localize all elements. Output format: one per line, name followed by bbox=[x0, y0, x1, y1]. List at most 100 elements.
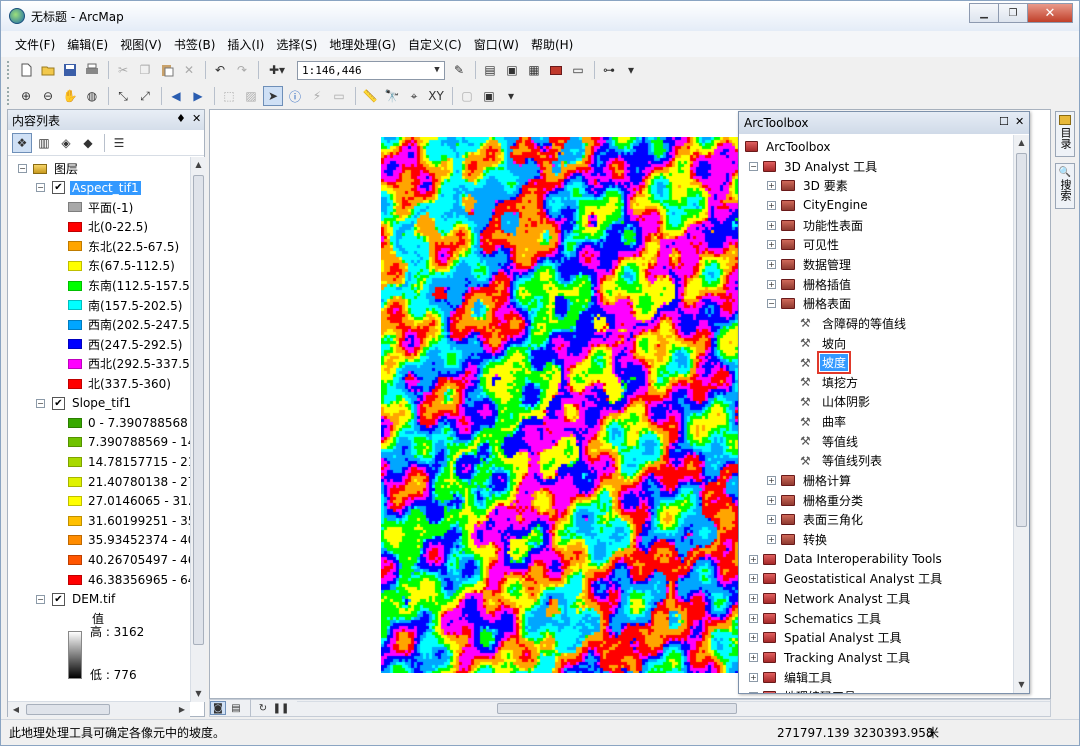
expand-icon[interactable]: + bbox=[749, 593, 758, 603]
pan-icon[interactable]: ✋ bbox=[60, 86, 80, 106]
legend-class-row[interactable]: 40.26705497 - 46. bbox=[68, 550, 192, 569]
html-popup-icon[interactable]: ▭ bbox=[329, 86, 349, 106]
zoom-in-icon[interactable]: ⊕ bbox=[16, 86, 36, 106]
full-extent-icon[interactable]: ◍ bbox=[82, 86, 102, 106]
toolbar-grip[interactable] bbox=[7, 87, 10, 105]
legend-swatch[interactable] bbox=[68, 437, 82, 448]
list-by-drawing-order-icon[interactable]: ❖ bbox=[12, 132, 32, 153]
identify-icon[interactable]: ⓘ bbox=[285, 86, 305, 106]
menu-file[interactable]: 文件(F) bbox=[15, 36, 55, 53]
legend-swatch[interactable] bbox=[68, 358, 82, 369]
find-route-icon[interactable]: ⌖ bbox=[404, 86, 424, 106]
expand-icon[interactable]: + bbox=[749, 574, 758, 584]
menu-selection[interactable]: 选择(S) bbox=[276, 36, 317, 53]
legend-swatch[interactable] bbox=[68, 202, 82, 213]
collapse-icon[interactable]: − bbox=[767, 299, 776, 309]
toolset-item[interactable]: + 栅格计算 bbox=[767, 471, 853, 490]
expand-icon[interactable]: + bbox=[749, 692, 758, 693]
editor-toolbar-icon[interactable]: ✎ bbox=[449, 60, 469, 80]
collapse-icon[interactable]: − bbox=[36, 594, 45, 604]
arctoolbox-root[interactable]: ArcToolbox bbox=[745, 137, 832, 156]
toolset-item[interactable]: − 栅格表面 bbox=[767, 294, 853, 313]
arctoolbox-vertical-scrollbar[interactable]: ▲ ▼ bbox=[1013, 135, 1029, 693]
legend-class-row[interactable]: 27.0146065 - 31.6 bbox=[68, 492, 192, 511]
legend-swatch[interactable] bbox=[68, 535, 82, 546]
legend-class-row[interactable]: 14.78157715 - 21. bbox=[68, 452, 192, 471]
legend-class-row[interactable]: 西北(292.5-337.5) bbox=[68, 354, 192, 373]
toc-vertical-scrollbar[interactable]: ▲ ▼ bbox=[190, 157, 206, 702]
legend-class-row[interactable]: 北(337.5-360) bbox=[68, 374, 171, 393]
toc-layer-row[interactable]: − ✔ Aspect_tif1 bbox=[36, 178, 141, 197]
legend-class-row[interactable]: 0 - 7.390788568 bbox=[68, 413, 188, 432]
scroll-down-icon[interactable]: ▼ bbox=[1014, 677, 1029, 693]
toolbox-tool-item[interactable]: ⚒ 山体阴影 bbox=[797, 392, 872, 411]
legend-class-row[interactable]: 35.93452374 - 40. bbox=[68, 531, 192, 550]
new-document-icon[interactable] bbox=[16, 60, 36, 80]
legend-swatch[interactable] bbox=[68, 260, 82, 271]
layout-view-icon[interactable]: ▤ bbox=[228, 701, 244, 715]
legend-swatch[interactable] bbox=[68, 456, 82, 467]
layer-name[interactable]: Slope_tif1 bbox=[70, 396, 133, 410]
go-to-xy-icon[interactable]: XY bbox=[426, 86, 446, 106]
expand-icon[interactable]: + bbox=[749, 652, 758, 662]
toolbox-tool-item[interactable]: ⚒ 等值线列表 bbox=[797, 451, 884, 470]
menu-bookmarks[interactable]: 书签(B) bbox=[174, 36, 216, 53]
scroll-up-icon[interactable]: ▲ bbox=[191, 157, 206, 173]
legend-swatch[interactable] bbox=[68, 515, 82, 526]
pin-icon[interactable]: ♦ bbox=[176, 112, 186, 125]
legend-class-row[interactable]: 46.38356965 - 64. bbox=[68, 570, 192, 589]
search-window-icon[interactable]: ▦ bbox=[524, 60, 544, 80]
toolbox-item[interactable]: + Geostatistical Analyst 工具 bbox=[749, 569, 944, 588]
delete-icon[interactable]: ✕ bbox=[179, 60, 199, 80]
toolbox-tool-item[interactable]: ⚒ 含障碍的等值线 bbox=[797, 314, 908, 333]
legend-swatch[interactable] bbox=[68, 300, 82, 311]
open-folder-icon[interactable] bbox=[38, 60, 58, 80]
expand-icon[interactable]: + bbox=[749, 672, 758, 682]
toolset-item[interactable]: + 栅格插值 bbox=[767, 275, 853, 294]
catalog-window-icon[interactable]: ▣ bbox=[502, 60, 522, 80]
collapse-icon[interactable]: − bbox=[749, 161, 758, 171]
menu-customize[interactable]: 自定义(C) bbox=[408, 36, 462, 53]
toolbox-tool-item[interactable]: ⚒ 坡度 bbox=[797, 351, 852, 375]
legend-class-row[interactable]: 西南(202.5-247.5) bbox=[68, 315, 192, 334]
list-by-selection-icon[interactable]: ◆ bbox=[78, 133, 98, 153]
legend-swatch[interactable] bbox=[68, 496, 82, 507]
time-slider-icon[interactable]: ▢ bbox=[457, 86, 477, 106]
zoom-out-icon[interactable]: ⊖ bbox=[38, 86, 58, 106]
layer-name[interactable]: DEM.tif bbox=[70, 592, 117, 606]
toolbox-item[interactable]: + Network Analyst 工具 bbox=[749, 589, 912, 608]
expand-icon[interactable]: + bbox=[767, 200, 776, 210]
undo-icon[interactable]: ↶ bbox=[210, 60, 230, 80]
legend-class-row[interactable]: 7.390788569 - 14. bbox=[68, 433, 192, 452]
maximize-icon[interactable]: ☐ bbox=[999, 115, 1009, 128]
select-elements-icon[interactable]: ➤ bbox=[263, 86, 283, 106]
toc-layer-row[interactable]: − ✔ DEM.tif bbox=[36, 590, 117, 609]
toc-root-layers[interactable]: − 图层 bbox=[18, 159, 80, 178]
scroll-down-icon[interactable]: ▼ bbox=[191, 686, 206, 702]
legend-swatch[interactable] bbox=[68, 378, 82, 389]
legend-class-row[interactable]: 31.60199251 - 35. bbox=[68, 511, 192, 530]
toolbar-options-icon[interactable]: ▾ bbox=[621, 60, 641, 80]
toolbox-item[interactable]: + Data Interoperability Tools bbox=[749, 550, 944, 569]
python-window-icon[interactable]: ▭ bbox=[568, 60, 588, 80]
save-icon[interactable] bbox=[60, 60, 80, 80]
collapse-icon[interactable]: − bbox=[36, 183, 45, 192]
scrollbar-thumb[interactable] bbox=[26, 704, 110, 715]
arctoolbox-header[interactable]: ArcToolbox ☐ ✕ bbox=[739, 112, 1029, 134]
dem-gradient-legend[interactable]: 高 : 3162 低 : 776 bbox=[68, 625, 144, 689]
minimize-button[interactable]: ▁ bbox=[969, 3, 999, 23]
refresh-icon[interactable]: ↻ bbox=[255, 701, 271, 715]
legend-class-row[interactable]: 21.40780138 - 27. bbox=[68, 472, 192, 491]
expand-icon[interactable]: + bbox=[749, 633, 758, 643]
list-by-visibility-icon[interactable]: ◈ bbox=[56, 133, 76, 153]
toolset-item[interactable]: + 表面三角化 bbox=[767, 510, 865, 529]
layer-visibility-checkbox[interactable]: ✔ bbox=[52, 396, 65, 410]
aspect-raster-canvas[interactable] bbox=[381, 137, 739, 673]
legend-swatch[interactable] bbox=[68, 417, 82, 428]
copy-icon[interactable]: ❐ bbox=[135, 60, 155, 80]
fixed-zoom-in-icon[interactable]: ⤡ bbox=[113, 86, 133, 106]
layer-visibility-checkbox[interactable]: ✔ bbox=[52, 592, 65, 606]
expand-icon[interactable]: + bbox=[767, 476, 776, 486]
expand-icon[interactable]: + bbox=[767, 181, 776, 191]
clear-selection-icon[interactable]: ▨ bbox=[241, 86, 261, 106]
